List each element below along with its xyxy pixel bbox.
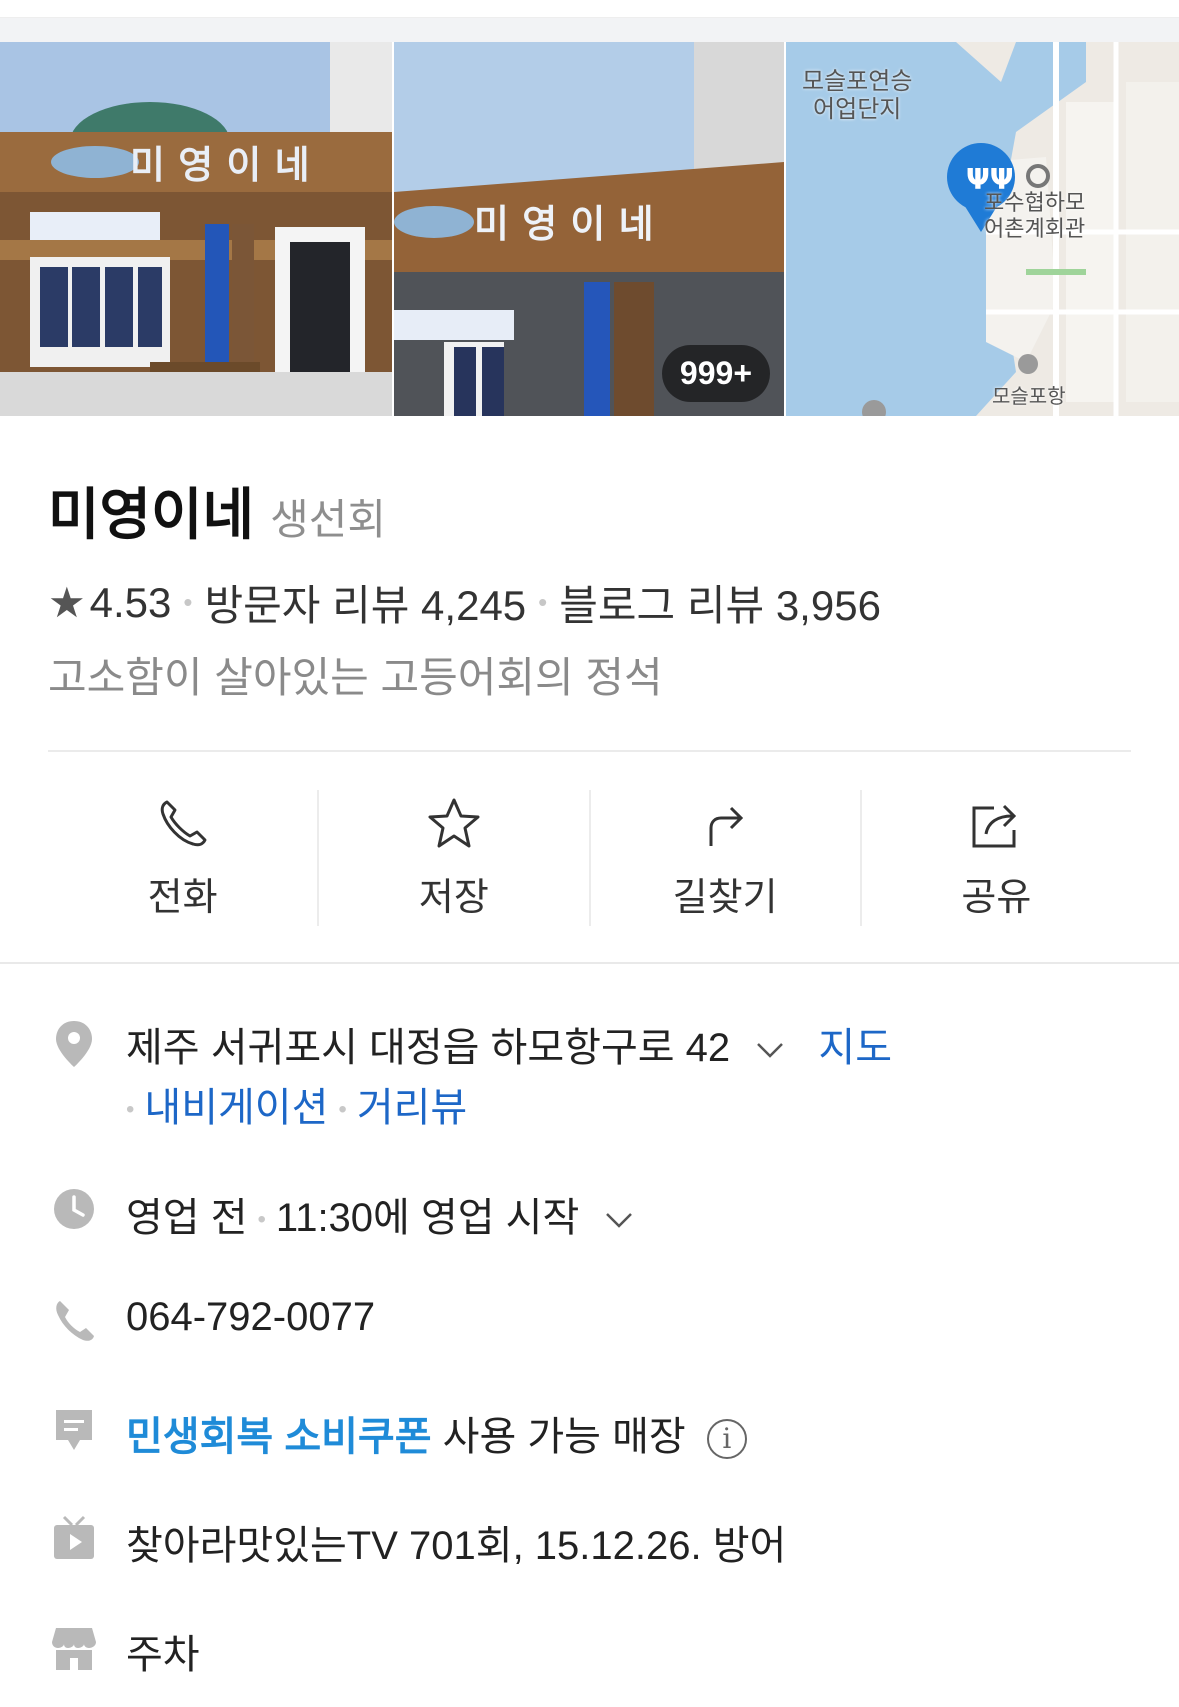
separator-dot: • — [538, 587, 548, 617]
call-button[interactable]: 전화 — [48, 790, 320, 926]
clock-icon — [54, 1189, 94, 1229]
tv-info: 찾아라맛있는TV 701회, 15.12.26. 방어 — [126, 1524, 787, 1568]
hours-detail: 11:30에 영업 시작 — [275, 1196, 580, 1240]
map-label-1: 모슬포연승 어업단지 — [802, 68, 913, 123]
map-thumbnail[interactable]: ΨΨ 모슬포연승 어업단지 포수협하모 어촌계회관 모슬포항 — [786, 42, 1179, 416]
storefront-photo-2[interactable]: 미 영 이 네 999+ — [394, 42, 784, 416]
phone-icon — [160, 800, 207, 847]
address-line: 제주 서귀포시 대정읍 하모항구로 42 지도 — [126, 1015, 892, 1073]
tagline: 고소함이 살아있는 고등어회의 정석 — [48, 654, 663, 701]
photo-strip[interactable]: 미 영 이 네 미 영 이 네 999+ ΨΨ 모슬포연승 어업단지 포수협하모… — [0, 42, 1179, 416]
coupon-line: 민생회복 소비쿠폰 사용 가능 매장 i — [126, 1404, 747, 1462]
rating-row: ★ 4.53 • 방문자 리뷰 4,245 • 블로그 리뷰 3,956 — [48, 572, 881, 633]
coupon-strong-text[interactable]: 민생회복 소비쿠폰 — [126, 1415, 432, 1459]
save-button[interactable]: 저장 — [319, 790, 591, 926]
tv-icon — [54, 1515, 94, 1559]
star-icon — [428, 798, 480, 848]
share-label: 공유 — [961, 877, 1032, 919]
place-category: 생선회 — [270, 496, 387, 543]
rating-star-icon: ★ — [48, 579, 86, 626]
separator-dot: • — [257, 1206, 266, 1234]
chevron-down-icon[interactable] — [755, 1035, 785, 1065]
directions-button[interactable]: 길찾기 — [591, 790, 862, 926]
map-label-2: 포수협하모 어촌계회관 — [984, 190, 1086, 241]
coupon-text: 사용 가능 매장 — [442, 1415, 686, 1459]
location-pin-icon — [56, 1021, 92, 1067]
share-button[interactable]: 공유 — [862, 790, 1131, 926]
map-link[interactable]: 지도 — [818, 1026, 892, 1070]
top-gap — [0, 18, 1179, 42]
rating-value: 4.53 — [89, 578, 172, 626]
separator-dot: • — [183, 587, 193, 617]
place-name: 미영이네 — [48, 483, 255, 546]
store-icon — [52, 1628, 96, 1670]
phone-icon — [56, 1301, 94, 1341]
separator-dot: • — [338, 1096, 347, 1124]
top-strip — [0, 0, 1179, 18]
navigation-link[interactable]: 내비게이션 — [144, 1086, 328, 1130]
blog-review-link[interactable]: 블로그 리뷰 3,956 — [559, 572, 881, 633]
share-icon — [972, 804, 1017, 848]
divider — [48, 750, 1131, 752]
address-text[interactable]: 제주 서귀포시 대정읍 하모항구로 42 — [126, 1026, 730, 1070]
photo-count-badge[interactable]: 999+ — [661, 345, 770, 402]
hours-line: 영업 전 • 11:30에 영업 시작 — [126, 1185, 634, 1243]
action-bar: 전화 저장 길찾기 공유 — [48, 790, 1131, 926]
parking-text: 주차 — [126, 1633, 200, 1677]
directions-icon — [709, 806, 744, 846]
streetview-link[interactable]: 거리뷰 — [357, 1086, 467, 1130]
storefront-photo-1[interactable]: 미 영 이 네 — [0, 42, 392, 416]
svg-text:미 영 이 네: 미 영 이 네 — [474, 202, 654, 246]
phone-number[interactable]: 064-792-0077 — [126, 1295, 375, 1340]
separator-dot: • — [126, 1096, 135, 1124]
title-row: 미영이네 생선회 — [48, 470, 386, 551]
info-icon[interactable]: i — [706, 1419, 747, 1460]
directions-label: 길찾기 — [672, 877, 778, 919]
map-label-3: 모슬포항 — [992, 386, 1066, 408]
hours-status: 영업 전 — [126, 1196, 248, 1240]
chevron-down-icon[interactable] — [604, 1205, 634, 1235]
address-links: • 내비게이션 • 거리뷰 — [126, 1075, 467, 1133]
save-label: 저장 — [418, 877, 489, 919]
call-label: 전화 — [147, 877, 218, 919]
coupon-icon — [56, 1410, 92, 1450]
svg-text:미 영 이 네: 미 영 이 네 — [130, 143, 310, 187]
section-divider — [0, 962, 1179, 964]
visitor-review-link[interactable]: 방문자 리뷰 4,245 — [205, 572, 527, 633]
